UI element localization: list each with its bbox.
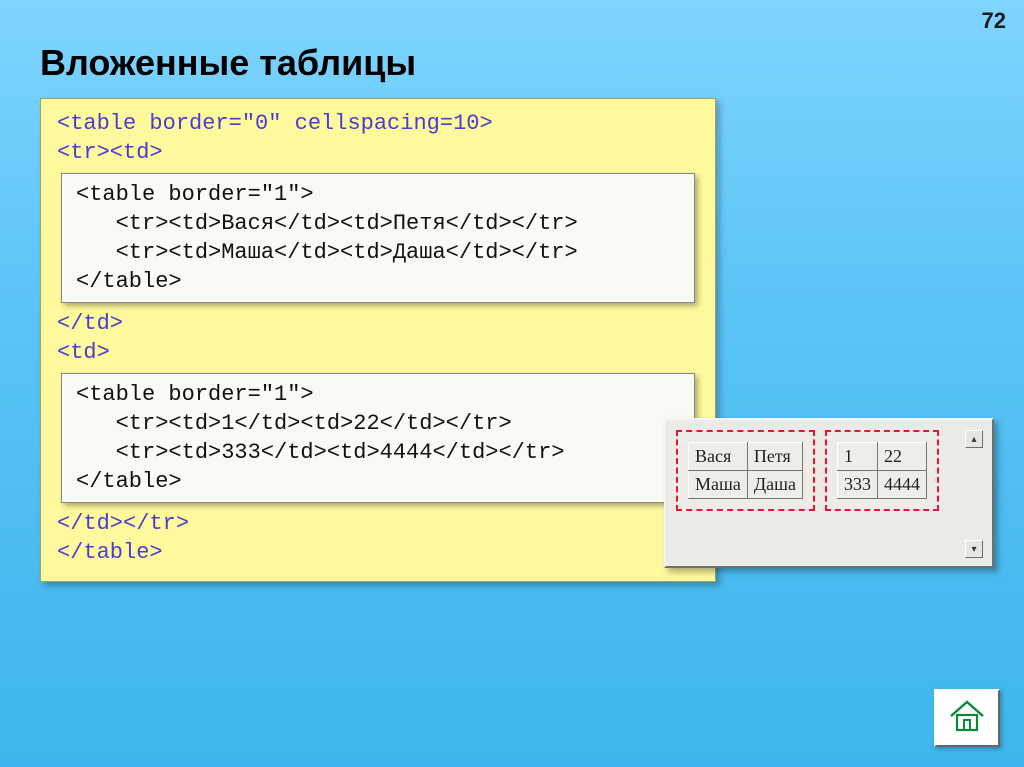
table-cell: 1 bbox=[837, 443, 877, 471]
code-line: </td></tr> bbox=[51, 509, 705, 538]
home-button[interactable] bbox=[934, 689, 1000, 747]
code-line: </td> bbox=[51, 309, 705, 338]
table-cell: Вася bbox=[689, 443, 748, 471]
code-panel: <table border="0" cellspacing=10> <tr><t… bbox=[40, 98, 716, 582]
table-cell: Даша bbox=[747, 471, 802, 499]
inner-code-block-1: <table border="1"> <tr><td>Вася</td><td>… bbox=[61, 173, 695, 303]
table-cell: 4444 bbox=[877, 471, 926, 499]
home-icon bbox=[947, 698, 987, 739]
code-line: <tr><td>Вася</td><td>Петя</td></tr> bbox=[70, 209, 686, 238]
page-number: 72 bbox=[982, 8, 1006, 34]
sample-table-1: Вася Петя Маша Даша bbox=[688, 442, 803, 499]
code-line: </table> bbox=[70, 267, 686, 296]
code-line: <table border="0" cellspacing=10> bbox=[51, 109, 705, 138]
code-line: </table> bbox=[70, 467, 686, 496]
code-line: <tr><td>333</td><td>4444</td></tr> bbox=[70, 438, 686, 467]
scrollbar[interactable]: ▴ ▾ bbox=[964, 430, 984, 558]
scroll-up-icon[interactable]: ▴ bbox=[965, 430, 983, 448]
code-line: <tr><td>Маша</td><td>Даша</td></tr> bbox=[70, 238, 686, 267]
table-cell: Маша bbox=[689, 471, 748, 499]
code-line: <table border="1"> bbox=[70, 180, 686, 209]
code-line: <tr><td> bbox=[51, 138, 705, 167]
inner-code-block-2: <table border="1"> <tr><td>1</td><td>22<… bbox=[61, 373, 695, 503]
table-cell: 333 bbox=[837, 471, 877, 499]
preview-window: Вася Петя Маша Даша 1 22 333 4444 ▴ ▾ bbox=[664, 418, 994, 568]
code-line: <td> bbox=[51, 338, 705, 367]
outer-cell-dashed: 1 22 333 4444 bbox=[825, 430, 939, 511]
scroll-down-icon[interactable]: ▾ bbox=[965, 540, 983, 558]
code-line: </table> bbox=[51, 538, 705, 567]
code-line: <table border="1"> bbox=[70, 380, 686, 409]
slide-title: Вложенные таблицы bbox=[40, 42, 416, 84]
table-cell: 22 bbox=[877, 443, 926, 471]
outer-cell-dashed: Вася Петя Маша Даша bbox=[676, 430, 815, 511]
table-cell: Петя bbox=[747, 443, 802, 471]
code-line: <tr><td>1</td><td>22</td></tr> bbox=[70, 409, 686, 438]
sample-table-2: 1 22 333 4444 bbox=[837, 442, 927, 499]
